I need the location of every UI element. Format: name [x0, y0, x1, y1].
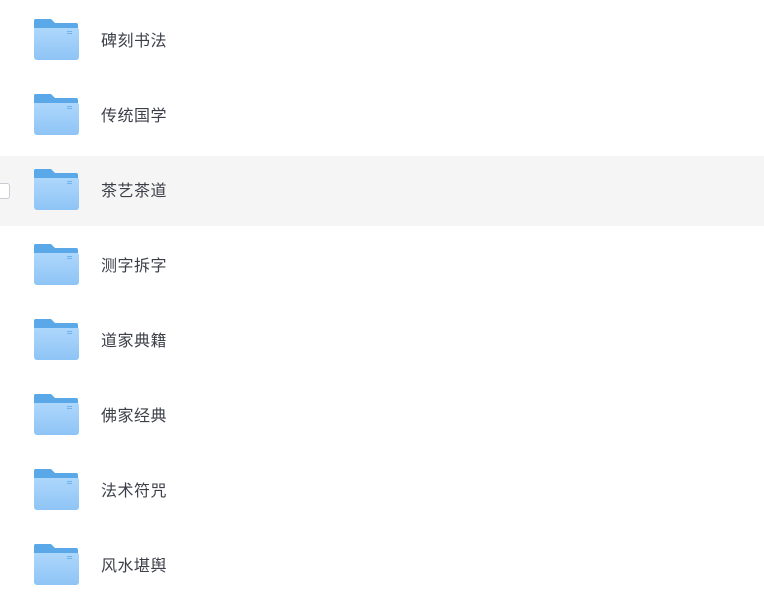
file-row[interactable]: 法术符咒: [0, 456, 764, 526]
folder-icon: [33, 244, 79, 285]
file-row[interactable]: 碑刻书法: [0, 6, 764, 76]
file-name[interactable]: 风水堪舆: [101, 556, 167, 576]
folder-icon: [33, 94, 79, 135]
select-checkbox[interactable]: [0, 183, 10, 199]
file-name[interactable]: 测字拆字: [101, 256, 167, 276]
file-row[interactable]: 测字拆字: [0, 231, 764, 301]
folder-icon: [33, 169, 79, 210]
file-row[interactable]: 传统国学: [0, 81, 764, 151]
file-list: 碑刻书法 传统国学 茶艺茶道 测字拆字 道家典籍 佛家经典 法术符咒 风水堪舆: [0, 0, 764, 604]
file-row[interactable]: 佛家经典: [0, 381, 764, 451]
file-name[interactable]: 传统国学: [101, 106, 167, 126]
folder-icon: [33, 469, 79, 510]
file-row[interactable]: 道家典籍: [0, 306, 764, 376]
file-row[interactable]: 风水堪舆: [0, 531, 764, 601]
folder-icon: [33, 394, 79, 435]
folder-icon: [33, 319, 79, 360]
folder-icon: [33, 544, 79, 585]
file-row-hovered[interactable]: 茶艺茶道: [0, 156, 764, 226]
file-name[interactable]: 佛家经典: [101, 406, 167, 426]
file-name[interactable]: 道家典籍: [101, 331, 167, 351]
file-name[interactable]: 法术符咒: [101, 481, 167, 501]
folder-icon: [33, 19, 79, 60]
file-name[interactable]: 碑刻书法: [101, 31, 167, 51]
file-name[interactable]: 茶艺茶道: [101, 181, 167, 201]
